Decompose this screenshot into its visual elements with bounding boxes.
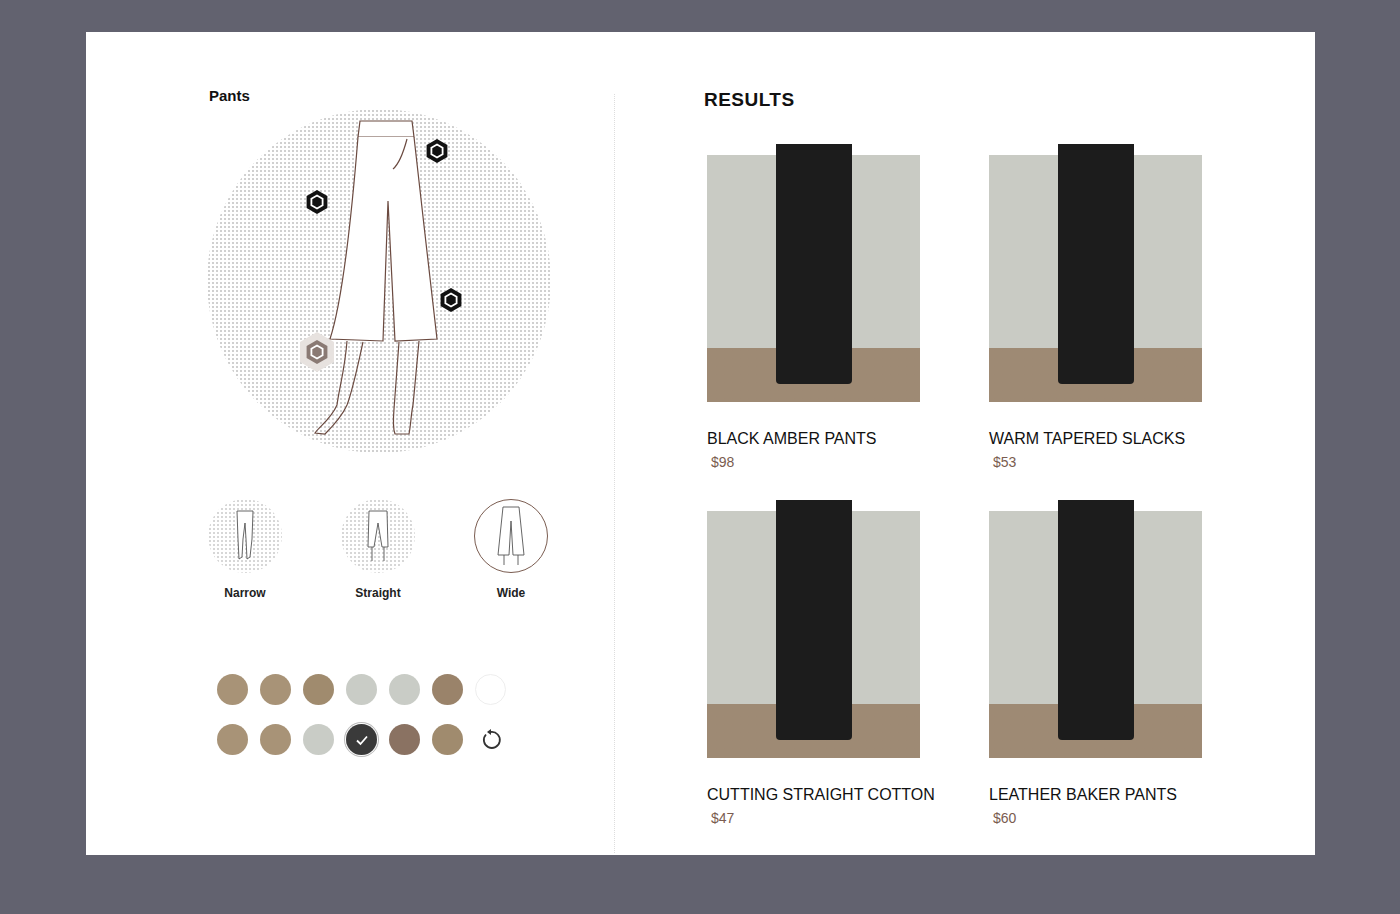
swatch-color [260,674,291,705]
product-card[interactable]: BLACK AMBER PANTS $98 [707,155,920,471]
swatch-color [389,724,420,755]
swatch-color [389,674,420,705]
swatch[interactable] [346,724,377,755]
check-icon [354,732,370,748]
swatch-color [217,724,248,755]
hotspot-pin-icon[interactable] [429,278,473,322]
narrow-pants-icon [208,499,282,573]
hotspot-pin-icon[interactable] [295,330,339,374]
fit-options: Narrow Straight Wide [200,499,556,601]
color-swatches [217,674,614,755]
results-panel: RESULTS BLACK AMBER PANTS$98WARM TAPERED… [614,94,1315,853]
swatch-color [475,674,506,705]
product-price: $98 [707,453,920,471]
swatch-color [432,724,463,755]
product-card[interactable]: WARM TAPERED SLACKS $53 [989,155,1202,471]
swatch[interactable] [217,674,248,705]
swatch[interactable] [303,724,334,755]
swatch-color [432,674,463,705]
product-name: CUTTING STRAIGHT COTTON [707,785,920,805]
swatch[interactable] [260,674,291,705]
product-photo [707,155,920,402]
straight-pants-icon [341,499,415,573]
swatch[interactable] [432,674,463,705]
hotspot-pin-icon[interactable] [295,180,339,224]
product-photo [989,155,1202,402]
fit-option[interactable]: Wide [466,499,556,601]
swatch[interactable] [432,724,463,755]
wide-pants-icon [474,499,548,573]
product-grid: BLACK AMBER PANTS $98 WARM TAPERED SLACKS $… [707,155,1315,827]
product-card[interactable]: CUTTING STRAIGHT COTTON $47 [707,511,920,827]
fit-shape-icon [474,499,548,573]
fit-label: Straight [355,586,400,601]
product-price: $47 [707,809,920,827]
pants-silhouette [776,144,852,384]
reset-icon[interactable] [475,724,506,755]
fit-shape-icon [341,499,415,573]
swatch-color [303,674,334,705]
swatch-color [303,724,334,755]
product-price: $60 [989,809,1202,827]
swatch[interactable] [475,674,506,705]
swatch[interactable] [217,724,248,755]
filter-panel: Pants Narrow Straight Wide [86,32,614,855]
swatch-color [260,724,291,755]
product-card[interactable]: LEATHER BAKER PANTS $60 [989,511,1202,827]
swatch-color [217,674,248,705]
panel-title: Pants [207,87,614,105]
swatch[interactable] [346,674,377,705]
fit-label: Narrow [224,586,265,601]
hotspot-pin-icon[interactable] [415,129,459,173]
fit-option[interactable]: Narrow [200,499,290,601]
swatch[interactable] [260,724,291,755]
fit-label: Wide [497,586,526,601]
pants-silhouette [1058,500,1134,740]
product-name: BLACK AMBER PANTS [707,429,920,449]
swatch-color [346,724,377,755]
pants-silhouette [1058,144,1134,384]
fit-shape-icon [208,499,282,573]
swatch[interactable] [303,674,334,705]
pants-silhouette [776,500,852,740]
product-photo [707,511,920,758]
app-card: Pants Narrow Straight Wide RESULTS BLACK A… [86,32,1315,855]
swatch-color [346,674,377,705]
product-name: LEATHER BAKER PANTS [989,785,1202,805]
swatch[interactable] [389,674,420,705]
product-name: WARM TAPERED SLACKS [989,429,1202,449]
swatch[interactable] [389,724,420,755]
results-title: RESULTS [704,88,1315,112]
product-photo [989,511,1202,758]
pants-figure [207,109,551,453]
fit-option[interactable]: Straight [333,499,423,601]
product-price: $53 [989,453,1202,471]
